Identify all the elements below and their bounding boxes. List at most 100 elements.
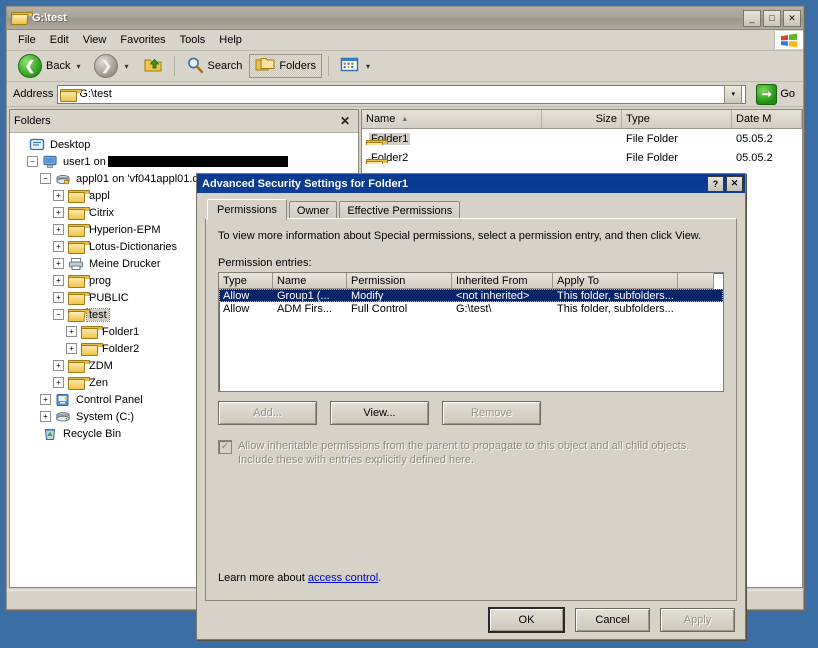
column-header-name[interactable]: Name ▲ [362,110,542,128]
permissions-tab-panel: To view more information about Special p… [205,218,737,601]
permission-entries-list[interactable]: Type Name Permission Inherited From Apply To… [218,272,724,392]
perm-column-permission[interactable]: Permission [347,273,452,289]
minimize-button[interactable]: _ [743,9,761,27]
expand-icon[interactable]: + [53,190,64,201]
expand-icon[interactable]: + [66,343,77,354]
column-header-date-m[interactable]: Date M [732,110,802,128]
view-button[interactable]: View... [330,401,429,425]
menu-view[interactable]: View [76,32,114,48]
permission-table-header[interactable]: Type Name Permission Inherited From Apply To [219,273,723,289]
collapse-icon[interactable]: − [27,156,38,167]
file-list-header[interactable]: Name ▲ Size Type Date M [362,110,802,129]
permission-apply-to: This folder, subfolders... [557,302,674,315]
tree-item-label: Zen [89,376,108,389]
maximize-button[interactable]: □ [763,9,781,27]
search-button[interactable]: Search [181,54,248,78]
cancel-button[interactable]: Cancel [575,608,650,632]
access-control-link[interactable]: access control [308,572,378,584]
perm-column-type[interactable]: Type [219,273,273,289]
forward-button[interactable]: ❯ ▾ [89,54,135,78]
perm-column-name[interactable]: Name [273,273,347,289]
expand-icon[interactable]: + [53,292,64,303]
address-input[interactable]: G:\test ▾ [57,84,747,104]
menu-edit[interactable]: Edit [43,32,76,48]
close-icon[interactable]: ✕ [336,114,354,128]
tab-owner[interactable]: Owner [288,201,338,219]
expand-icon[interactable]: + [53,275,64,286]
expand-icon[interactable]: + [40,411,51,422]
folder-icon [68,240,90,254]
views-dropdown-icon[interactable]: ▾ [364,62,372,71]
dialog-close-button[interactable]: ✕ [726,175,743,192]
folder-icon [81,342,103,356]
permission-row[interactable]: Allow Group1 (... Modify <not inherited> Thi… [219,289,723,302]
go-button[interactable]: ➞ Go [750,83,801,105]
address-dropdown-icon[interactable]: ▾ [724,84,743,104]
perm-column-apply-to[interactable]: Apply To [553,273,678,289]
column-header-size[interactable]: Size [542,110,622,128]
remove-button[interactable]: Remove [442,401,541,425]
expand-icon[interactable]: + [40,394,51,405]
expand-icon[interactable]: + [53,360,64,371]
expand-icon[interactable]: + [53,224,64,235]
expand-icon[interactable]: + [53,207,64,218]
folder-icon [68,291,90,305]
expand-icon[interactable]: + [53,241,64,252]
file-date-cell: 05.05.2 [736,151,773,164]
folder-icon [81,325,103,339]
tree-item-label: Control Panel [76,393,143,406]
perm-column-inherited-from[interactable]: Inherited From [452,273,553,289]
tree-item-label: ZDM [89,359,113,372]
forward-dropdown-icon[interactable]: ▾ [122,62,130,71]
ok-button[interactable]: OK [488,607,565,633]
permission-entries-label: Permission entries: [218,257,312,269]
back-button[interactable]: ❮ Back ▾ [13,54,87,78]
column-header-label: Size [595,113,617,125]
tree-item-label: appl [89,189,110,202]
network-drive-icon [55,172,71,186]
views-button[interactable]: ▾ [335,54,377,78]
add-button[interactable]: Add... [218,401,317,425]
tree-item-label: Lotus-Dictionaries [89,240,178,253]
close-button[interactable]: ✕ [783,9,801,27]
collapse-icon[interactable]: − [40,173,51,184]
perm-column-blank[interactable] [678,273,714,289]
tree-item-label: PUBLIC [89,291,129,304]
tree-item-desktop[interactable]: Desktop [14,136,358,153]
tree-item-label: Recycle Bin [63,427,122,440]
permission-inherited-from: G:\test\ [456,302,492,315]
inherit-permissions-checkbox[interactable]: ✓ [218,440,232,454]
back-dropdown-icon[interactable]: ▾ [74,62,82,71]
file-row[interactable]: Folder2 File Folder 05.05.2 [362,148,802,167]
toolbar-separator-2 [328,56,330,76]
dialog-titlebar[interactable]: Advanced Security Settings for Folder1 ?… [197,174,745,193]
up-button[interactable] [138,54,168,78]
permission-row[interactable]: Allow ADM Firs... Full Control G:\test\ This… [219,302,723,315]
collapse-icon[interactable]: − [53,309,64,320]
learn-more-prefix: Learn more about [218,572,308,584]
tab-effective-permissions[interactable]: Effective Permissions [339,201,461,219]
menu-file[interactable]: File [11,32,43,48]
menu-favorites[interactable]: Favorites [113,32,172,48]
apply-button[interactable]: Apply [660,608,735,632]
menu-tools[interactable]: Tools [173,32,213,48]
folder-icon [60,88,83,102]
tree-item-label: Meine Drucker [89,257,161,270]
expand-icon[interactable]: + [53,258,64,269]
folders-button[interactable]: Folders [249,54,323,78]
desktop: G:\test _ □ ✕ File Edit View Favorites T… [0,0,818,648]
menu-help[interactable]: Help [212,32,249,48]
expand-icon[interactable]: + [66,326,77,337]
inherit-permissions-row[interactable]: ✓ Allow inheritable permissions from the… [218,439,724,467]
folder-open-icon [67,308,90,322]
help-button[interactable]: ? [707,175,724,192]
tree-item-label: test [86,307,110,322]
tree-item-user1-on[interactable]: − user1 on [14,153,358,170]
expand-icon[interactable]: + [53,377,64,388]
file-row[interactable]: Folder1 File Folder 05.05.2 [362,129,802,148]
column-header-type[interactable]: Type [622,110,732,128]
tab-permissions[interactable]: Permissions [207,199,287,220]
permission-table-body[interactable]: Allow Group1 (... Modify <not inherited> Thi… [219,289,723,391]
tree-item-label: Desktop [50,138,91,151]
explorer-titlebar[interactable]: G:\test _ □ ✕ [7,7,803,30]
